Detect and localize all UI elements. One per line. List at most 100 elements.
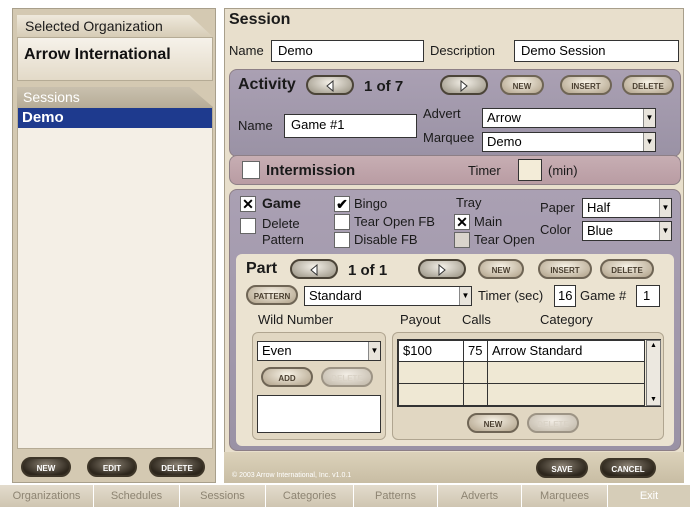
part-insert-button[interactable]: INSERT xyxy=(538,259,592,279)
intermission-checkbox[interactable] xyxy=(242,161,260,179)
page-title: Session xyxy=(229,11,291,28)
part-timer-label: Timer (sec) xyxy=(478,288,544,303)
activity-delete-button[interactable]: DELETE xyxy=(622,75,674,95)
table-cell-payout[interactable] xyxy=(398,361,464,384)
activity-insert-button[interactable]: INSERT xyxy=(560,75,612,95)
table-cell-payout[interactable]: $100 xyxy=(398,340,464,362)
activity-new-button[interactable]: NEW xyxy=(500,75,544,95)
description-field[interactable]: Demo Session xyxy=(514,40,679,62)
color-select[interactable]: Blue ▼ xyxy=(582,221,672,241)
main-label: Main xyxy=(474,214,503,229)
list-item[interactable]: Demo xyxy=(18,108,212,128)
delete-pattern-checkbox[interactable] xyxy=(240,218,256,234)
app-window: Selected Organization Arrow Internationa… xyxy=(0,0,691,507)
payout-table: $100 75 Arrow Standard ▲ ▼ xyxy=(397,339,661,407)
paper-select[interactable]: Half ▼ xyxy=(582,198,672,218)
sessions-list: Demo xyxy=(17,107,213,449)
pattern-value: Standard xyxy=(309,288,362,303)
game-checkbox[interactable]: ✕ xyxy=(240,196,256,212)
delete-session-button[interactable]: DELETE xyxy=(149,457,205,477)
wild-delete-button[interactable]: DELETE xyxy=(321,367,373,387)
table-cell-calls[interactable]: 75 xyxy=(463,340,488,362)
intermission-label: Intermission xyxy=(266,162,356,179)
chevron-down-icon: ▼ xyxy=(643,133,655,151)
pattern-select[interactable]: Standard ▼ xyxy=(304,286,472,306)
activity-prev-button[interactable] xyxy=(306,75,354,95)
wild-number-panel: Even ▼ ADD DELETE xyxy=(252,332,386,440)
payout-panel: $100 75 Arrow Standard ▲ ▼ NEW DELETE xyxy=(392,332,664,440)
part-delete-button[interactable]: DELETE xyxy=(600,259,654,279)
color-label: Color xyxy=(540,222,572,237)
delete-pattern-label: Delete Pattern xyxy=(262,216,304,247)
table-cell-category[interactable] xyxy=(487,383,645,406)
pattern-button[interactable]: PATTERN xyxy=(246,285,298,305)
nav-tab-organizations[interactable]: Organizations xyxy=(0,485,94,507)
main-checkbox[interactable]: ✕ xyxy=(454,214,470,230)
scroll-up-icon[interactable]: ▲ xyxy=(647,341,660,351)
activity-name-label: Name xyxy=(238,118,273,133)
part-counter: 1 of 1 xyxy=(348,262,388,279)
arrow-left-icon xyxy=(310,263,318,277)
session-panel: Session Name Demo Description Demo Sessi… xyxy=(224,8,684,483)
nav-tab-schedules[interactable]: Schedules xyxy=(94,485,180,507)
color-value: Blue xyxy=(587,223,614,238)
marquee-select[interactable]: Demo ▼ xyxy=(482,132,656,152)
bingo-checkbox[interactable]: ✔ xyxy=(334,196,350,212)
nav-tab-categories[interactable]: Categories xyxy=(266,485,354,507)
bottom-nav: Organizations Schedules Sessions Categor… xyxy=(0,485,691,507)
tear-open-label: Tear Open xyxy=(474,232,535,247)
nav-tab-exit[interactable]: Exit xyxy=(608,485,691,507)
marquee-value: Demo xyxy=(487,134,522,149)
nav-tab-patterns[interactable]: Patterns xyxy=(354,485,438,507)
wild-number-list[interactable] xyxy=(257,395,381,433)
intermission-timer-field[interactable] xyxy=(518,159,542,181)
tear-open-fb-label: Tear Open FB xyxy=(354,214,435,229)
session-name-field[interactable]: Demo xyxy=(271,40,424,62)
description-label: Description xyxy=(430,43,496,58)
activity-title: Activity xyxy=(238,76,296,93)
advert-value: Arrow xyxy=(487,110,521,125)
arrow-right-icon xyxy=(460,79,468,93)
part-next-button[interactable] xyxy=(418,259,466,279)
table-scrollbar[interactable]: ▲ ▼ xyxy=(646,340,661,406)
payout-new-button[interactable]: NEW xyxy=(467,413,519,433)
chevron-down-icon: ▼ xyxy=(659,199,671,217)
part-timer-field[interactable]: 16 xyxy=(554,285,576,307)
cancel-button[interactable]: CANCEL xyxy=(600,458,656,478)
edit-session-button[interactable]: EDIT xyxy=(87,457,137,477)
sessions-header: Sessions xyxy=(17,87,213,107)
scroll-down-icon[interactable]: ▼ xyxy=(647,395,660,405)
wild-add-button[interactable]: ADD xyxy=(261,367,313,387)
game-number-field[interactable]: 1 xyxy=(636,285,660,307)
chevron-down-icon: ▼ xyxy=(368,342,380,360)
tear-open-checkbox[interactable] xyxy=(454,232,470,248)
table-cell-category[interactable]: Arrow Standard xyxy=(487,340,645,362)
table-cell-calls[interactable] xyxy=(463,361,488,384)
tear-open-fb-checkbox[interactable] xyxy=(334,214,350,230)
table-cell-payout[interactable] xyxy=(398,383,464,406)
part-prev-button[interactable] xyxy=(290,259,338,279)
nav-tab-sessions[interactable]: Sessions xyxy=(180,485,266,507)
session-name-label: Name xyxy=(229,43,264,58)
nav-tab-adverts[interactable]: Adverts xyxy=(438,485,522,507)
bingo-label: Bingo xyxy=(354,196,388,211)
nav-tab-marquees[interactable]: Marquees xyxy=(522,485,608,507)
intermission-timer-label: Timer xyxy=(468,163,501,178)
game-number-label: Game # xyxy=(580,288,627,303)
table-cell-calls[interactable] xyxy=(463,383,488,406)
activity-next-button[interactable] xyxy=(440,75,488,95)
org-name: Arrow International xyxy=(17,37,213,81)
table-cell-category[interactable] xyxy=(487,361,645,384)
payout-delete-button[interactable]: DELETE xyxy=(527,413,579,433)
activity-name-field[interactable]: Game #1 xyxy=(284,114,417,138)
wild-number-select[interactable]: Even ▼ xyxy=(257,341,381,361)
advert-select[interactable]: Arrow ▼ xyxy=(482,108,656,128)
chevron-down-icon: ▼ xyxy=(659,222,671,240)
paper-label: Paper xyxy=(540,200,575,215)
save-button[interactable]: SAVE xyxy=(536,458,588,478)
disable-fb-checkbox[interactable] xyxy=(334,232,350,248)
part-title: Part xyxy=(246,260,278,277)
new-session-button[interactable]: NEW xyxy=(21,457,71,477)
part-new-button[interactable]: NEW xyxy=(478,259,524,279)
footer-bar: © 2003 Arrow International, Inc. v1.0.1 … xyxy=(224,452,684,483)
